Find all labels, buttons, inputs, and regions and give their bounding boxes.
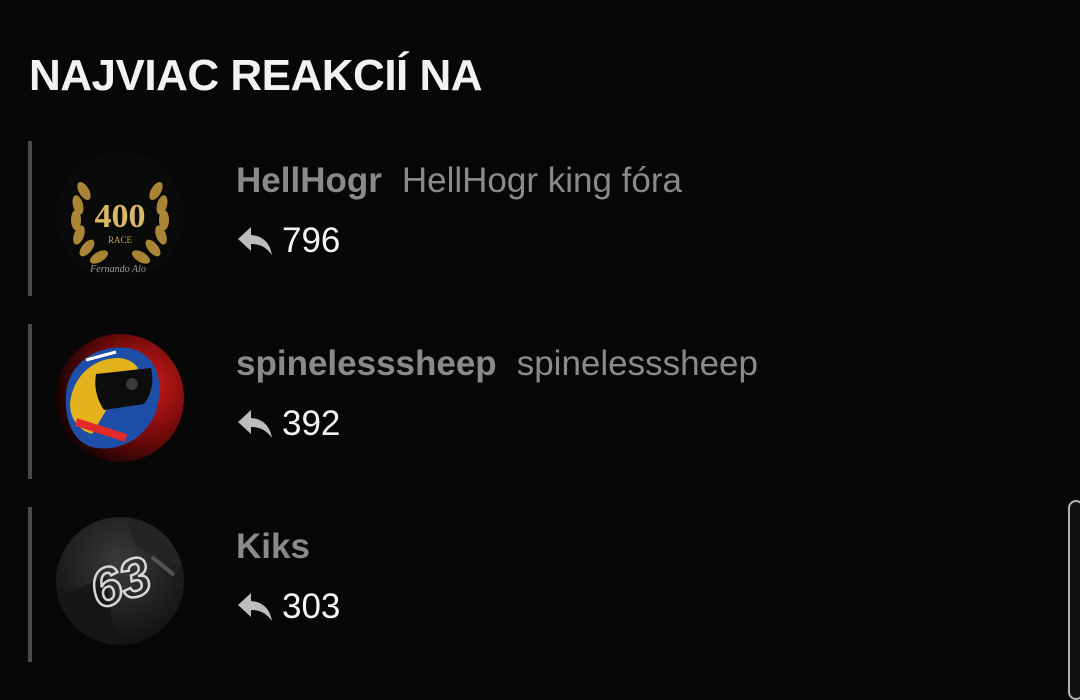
laurel-400-race-badge-icon: 400 RACE Fernando Alo xyxy=(56,151,184,279)
reaction-count-value: 303 xyxy=(282,587,341,626)
user-title: spinelesssheep xyxy=(516,344,758,383)
avatar[interactable]: 63 xyxy=(56,517,184,645)
svg-text:Fernando Alo: Fernando Alo xyxy=(89,264,146,275)
reply-arrow-icon xyxy=(238,227,272,255)
list-item: spinelesssheep spinelesssheep 392 xyxy=(28,324,1058,479)
reaction-count: 392 xyxy=(236,402,340,446)
svg-text:400: 400 xyxy=(95,198,146,235)
avatar[interactable] xyxy=(56,334,184,462)
username-link[interactable]: HellHogr xyxy=(236,161,382,200)
reaction-count: 796 xyxy=(236,219,340,263)
number-63-avatar-icon: 63 xyxy=(56,517,184,645)
reaction-count-value: 392 xyxy=(282,404,341,443)
reply-arrow-icon xyxy=(238,593,272,621)
avatar[interactable]: 400 RACE Fernando Alo xyxy=(56,151,184,279)
username-link[interactable]: spinelesssheep xyxy=(236,344,497,383)
reaction-count: 303 xyxy=(236,585,340,629)
user-line: HellHogr HellHogr king fóra xyxy=(236,159,682,203)
user-line: spinelesssheep spinelesssheep xyxy=(236,342,758,386)
reaction-count-value: 796 xyxy=(282,221,341,260)
section-title: NAJVIAC REAKCIÍ NA xyxy=(29,51,483,100)
top-reactions-list: 400 RACE Fernando Alo HellHogr HellHogr k… xyxy=(28,141,1058,690)
username-link[interactable]: Kiks xyxy=(236,527,310,566)
user-title: HellHogr king fóra xyxy=(401,161,682,200)
racing-helmet-avatar-icon xyxy=(56,334,184,462)
reply-arrow-icon xyxy=(238,410,272,438)
user-line: Kiks xyxy=(236,525,310,569)
svg-text:RACE: RACE xyxy=(108,235,133,245)
list-item: 400 RACE Fernando Alo HellHogr HellHogr k… xyxy=(28,141,1058,296)
scrollbar-handle[interactable] xyxy=(1068,500,1080,700)
list-item: 63 Kiks 303 xyxy=(28,507,1058,662)
